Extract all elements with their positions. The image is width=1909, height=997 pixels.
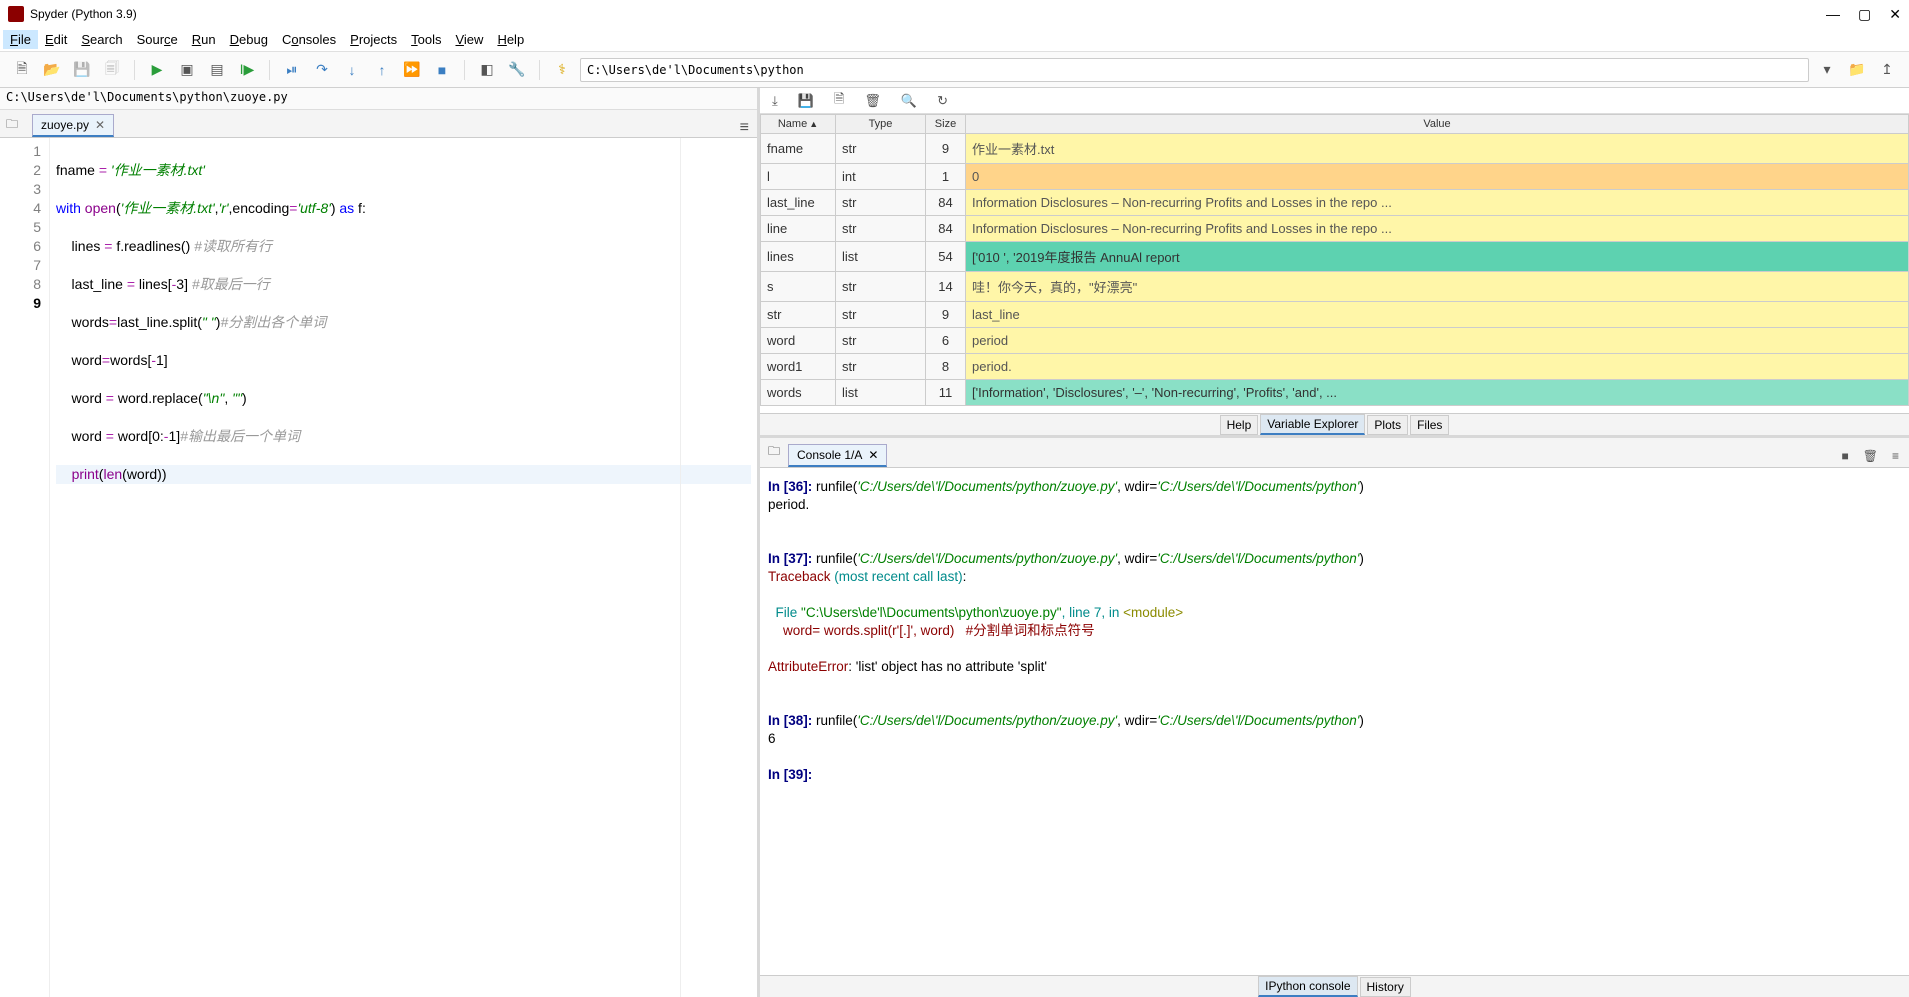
minimize-button[interactable]: —: [1826, 6, 1840, 23]
run-icon[interactable]: ▶: [145, 58, 169, 82]
close-button[interactable]: ✕: [1889, 6, 1901, 23]
console-tab-label: Console 1/A: [797, 448, 862, 462]
tab-plots[interactable]: Plots: [1367, 415, 1408, 435]
tab-help[interactable]: Help: [1220, 415, 1259, 435]
menu-debug[interactable]: Debug: [223, 30, 275, 49]
col-size[interactable]: Size: [926, 115, 966, 134]
main-toolbar: 🗎 📂 💾 🗐 ▶ ▣ ▤ I▶ ⏯ ↷ ↓ ↑ ⏩ ■ ◧ 🔧 ⚕ C:\Us…: [0, 52, 1909, 88]
menu-view[interactable]: View: [448, 30, 490, 49]
menu-consoles[interactable]: Consoles: [275, 30, 343, 49]
tab-files[interactable]: Files: [1410, 415, 1449, 435]
menu-bar: File Edit Search Source Run Debug Consol…: [0, 28, 1909, 52]
editor-tab-zuoye[interactable]: zuoye.py ✕: [32, 114, 114, 137]
spyder-icon: [8, 6, 24, 22]
layout-icon[interactable]: ◧: [475, 58, 499, 82]
title-bar: Spyder (Python 3.9) — ▢ ✕: [0, 0, 1909, 28]
preferences-icon[interactable]: 🔧: [505, 58, 529, 82]
menu-edit[interactable]: Edit: [38, 30, 74, 49]
continue-icon[interactable]: ⏩: [400, 58, 424, 82]
wd-dropdown-icon[interactable]: ▾: [1815, 58, 1839, 82]
variable-row[interactable]: strstr9last_line: [761, 302, 1909, 328]
menu-projects[interactable]: Projects: [343, 30, 404, 49]
remove-all-icon[interactable]: 🗑: [864, 93, 881, 109]
menu-help[interactable]: Help: [490, 30, 531, 49]
parent-dir-icon[interactable]: ↥: [1875, 58, 1899, 82]
variable-explorer: ⤓ 💾 🗎 🗑 🔍 ↻ Name▲ Type Size Value: [760, 88, 1909, 438]
menu-search[interactable]: Search: [74, 30, 129, 49]
close-console-icon[interactable]: ✕: [868, 448, 878, 462]
save-all-icon[interactable]: 🗐: [100, 58, 124, 82]
code-content[interactable]: fname = '作业一素材.txt' with open('作业一素材.txt…: [50, 138, 757, 997]
run-cell-icon[interactable]: ▣: [175, 58, 199, 82]
variable-row[interactable]: lint10: [761, 164, 1909, 190]
save-data-as-icon[interactable]: 🗎: [834, 90, 844, 112]
console-options-icon[interactable]: ≡: [1892, 449, 1899, 463]
tab-variable-explorer[interactable]: Variable Explorer: [1260, 414, 1365, 435]
console-bottom-tabs: IPython console History: [760, 975, 1909, 997]
python-path-icon[interactable]: ⚕: [550, 58, 574, 82]
variable-row[interactable]: word1str8period.: [761, 354, 1909, 380]
new-file-icon[interactable]: 🗎: [10, 58, 34, 82]
console-tab-bar: 🗀 Console 1/A ✕ ■ 🗑 ≡: [760, 438, 1909, 468]
variable-row[interactable]: last_linestr84Information Disclosures – …: [761, 190, 1909, 216]
variable-row[interactable]: sstr14哇！你今天，真的，"好漂亮": [761, 272, 1909, 302]
col-value[interactable]: Value: [966, 115, 1909, 134]
import-data-icon[interactable]: ⤓: [772, 93, 778, 109]
col-name[interactable]: Name▲: [761, 115, 836, 134]
save-data-icon[interactable]: 💾: [798, 93, 814, 109]
console-output[interactable]: In [36]: runfile('C:/Users/de\'l/Documen…: [760, 468, 1909, 975]
menu-source[interactable]: Source: [130, 30, 185, 49]
browse-dir-icon[interactable]: 📁: [1845, 58, 1869, 82]
clear-console-icon[interactable]: 🗑: [1863, 449, 1878, 463]
editor-tab-label: zuoye.py: [41, 118, 89, 132]
console-files-icon[interactable]: 🗀: [768, 442, 780, 463]
search-var-icon[interactable]: 🔍: [901, 93, 917, 109]
right-pane: ⤓ 💾 🗎 🗑 🔍 ↻ Name▲ Type Size Value: [760, 88, 1909, 997]
variable-table[interactable]: Name▲ Type Size Value fnamestr9作业一素材.txt…: [760, 114, 1909, 413]
editor-pane: C:\Users\de'l\Documents\python\zuoye.py …: [0, 88, 760, 997]
window-controls: — ▢ ✕: [1826, 6, 1901, 23]
variable-row[interactable]: wordslist11['Information', 'Disclosures'…: [761, 380, 1909, 406]
stop-console-icon[interactable]: ■: [1842, 449, 1849, 463]
variable-row[interactable]: wordstr6period: [761, 328, 1909, 354]
open-file-icon[interactable]: 📂: [40, 58, 64, 82]
run-selection-icon[interactable]: I▶: [235, 58, 259, 82]
menu-tools[interactable]: Tools: [404, 30, 448, 49]
refresh-vars-icon[interactable]: ↻: [937, 93, 948, 109]
working-directory-field[interactable]: C:\Users\de'l\Documents\python: [580, 58, 1809, 82]
tab-history[interactable]: History: [1360, 977, 1411, 997]
col-type[interactable]: Type: [836, 115, 926, 134]
run-cell-advance-icon[interactable]: ▤: [205, 58, 229, 82]
save-icon[interactable]: 💾: [70, 58, 94, 82]
code-editor[interactable]: 123456789 fname = '作业一素材.txt' with open(…: [0, 138, 757, 997]
debug-icon[interactable]: ⏯: [280, 58, 304, 82]
variable-row[interactable]: fnamestr9作业一素材.txt: [761, 134, 1909, 164]
menu-run[interactable]: Run: [185, 30, 223, 49]
variable-explorer-toolbar: ⤓ 💾 🗎 🗑 🔍 ↻: [760, 88, 1909, 114]
file-path-bar: C:\Users\de'l\Documents\python\zuoye.py: [0, 88, 757, 110]
close-tab-icon[interactable]: ✕: [95, 118, 105, 132]
step-into-icon[interactable]: ↓: [340, 58, 364, 82]
right-pane-tabs: Help Variable Explorer Plots Files: [760, 413, 1909, 435]
menu-file[interactable]: File: [3, 30, 38, 49]
console-tab[interactable]: Console 1/A ✕: [788, 444, 887, 467]
maximize-button[interactable]: ▢: [1858, 6, 1871, 23]
editor-options-icon[interactable]: ≡: [740, 119, 749, 137]
line-number-gutter: 123456789: [0, 138, 50, 997]
tab-files-icon[interactable]: 🗀: [6, 115, 24, 133]
variable-row[interactable]: linestr84Information Disclosures – Non-r…: [761, 216, 1909, 242]
step-out-icon[interactable]: ↑: [370, 58, 394, 82]
step-over-icon[interactable]: ↷: [310, 58, 334, 82]
console-pane: 🗀 Console 1/A ✕ ■ 🗑 ≡ In [36]: runfile('…: [760, 438, 1909, 997]
stop-icon[interactable]: ■: [430, 58, 454, 82]
window-title: Spyder (Python 3.9): [30, 7, 1826, 21]
tab-ipython-console[interactable]: IPython console: [1258, 976, 1357, 997]
editor-tab-bar: 🗀 zuoye.py ✕ ≡: [0, 110, 757, 138]
variable-row[interactable]: lineslist54['010 ', '2019年度报告 AnnuAl rep…: [761, 242, 1909, 272]
